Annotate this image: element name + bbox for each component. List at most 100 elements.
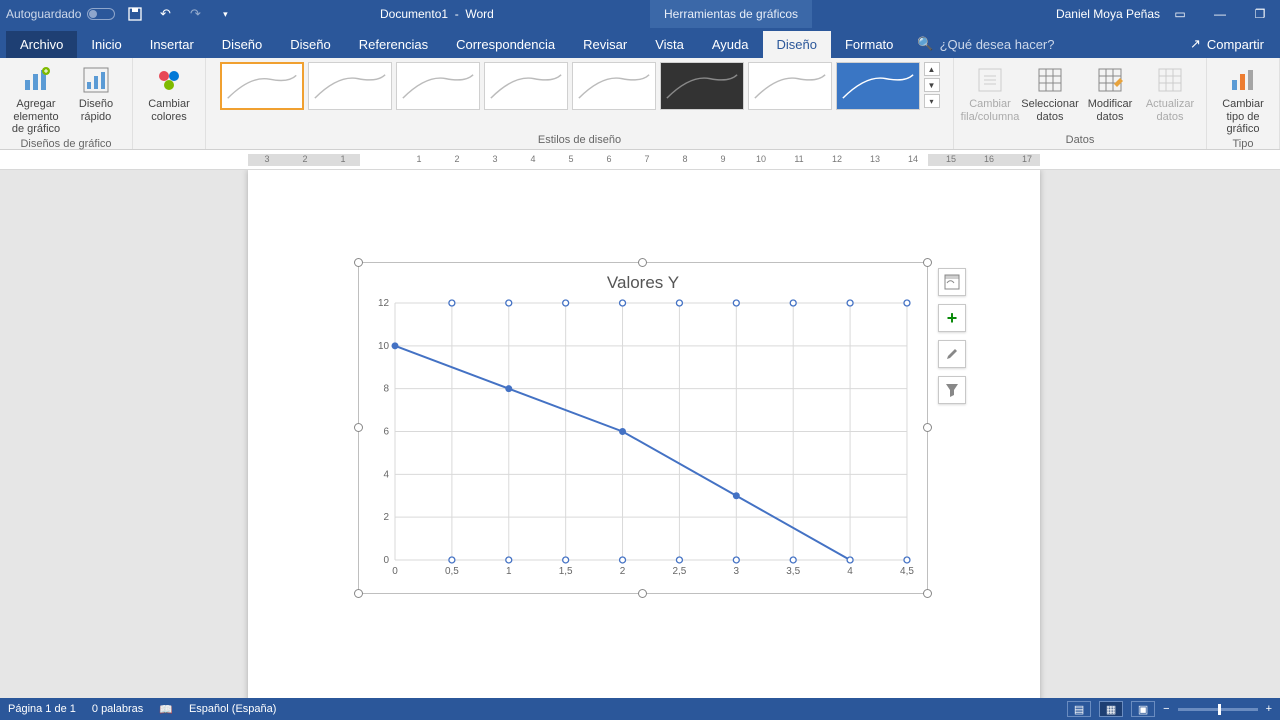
select-data-icon bbox=[1034, 64, 1066, 96]
gallery-more-button[interactable]: ▾ bbox=[924, 94, 940, 108]
tell-me-search[interactable]: 🔍 ¿Qué desea hacer? bbox=[917, 36, 1054, 58]
svg-text:1,5: 1,5 bbox=[559, 566, 573, 577]
edit-data-button[interactable]: Modificar datos bbox=[1082, 62, 1138, 123]
selection-handle-sw[interactable] bbox=[354, 589, 363, 598]
document-area[interactable]: Valores Y 02468101200,511,522,533,544,5 … bbox=[0, 170, 1280, 698]
word-count[interactable]: 0 palabras bbox=[92, 703, 143, 715]
layout-options-icon bbox=[943, 273, 961, 291]
brush-icon bbox=[944, 346, 960, 362]
change-chart-type-button[interactable]: Cambiar tipo de gráfico bbox=[1215, 62, 1271, 136]
quick-layout-button[interactable]: Diseño rápido bbox=[68, 62, 124, 123]
change-type-label: Cambiar tipo de gráfico bbox=[1215, 98, 1271, 136]
change-colors-button[interactable]: Cambiar colores bbox=[141, 62, 197, 123]
svg-text:4: 4 bbox=[383, 469, 389, 480]
chart-styles-button[interactable] bbox=[938, 340, 966, 368]
group-chart-styles: ▲ ▼ ▾ Estilos de diseño bbox=[206, 58, 954, 149]
switch-rowcol-icon bbox=[974, 64, 1006, 96]
change-colors-label: Cambiar colores bbox=[141, 98, 197, 123]
add-element-label: Agregar elemento de gráfico bbox=[8, 98, 64, 136]
zoom-in-button[interactable]: + bbox=[1266, 703, 1272, 715]
chart-title[interactable]: Valores Y bbox=[359, 263, 927, 297]
gallery-up-button[interactable]: ▲ bbox=[924, 62, 940, 76]
chart-elements-button[interactable]: + bbox=[938, 304, 966, 332]
chart-style-4[interactable] bbox=[484, 62, 568, 110]
chart-style-3[interactable] bbox=[396, 62, 480, 110]
print-layout-button[interactable]: ▦ bbox=[1099, 701, 1123, 717]
chart-object[interactable]: Valores Y 02468101200,511,522,533,544,5 bbox=[358, 262, 928, 594]
horizontal-ruler[interactable]: 3211234567891011121314151617 bbox=[0, 150, 1280, 170]
quick-layout-label: Diseño rápido bbox=[68, 98, 124, 123]
autosave-toggle[interactable]: Autoguardado bbox=[0, 7, 115, 21]
minimize-button[interactable]: — bbox=[1200, 0, 1240, 28]
tab-archivo[interactable]: Archivo bbox=[6, 31, 77, 58]
tab-ayuda[interactable]: Ayuda bbox=[698, 31, 763, 58]
restore-button[interactable]: ❐ bbox=[1240, 0, 1280, 28]
zoom-slider[interactable] bbox=[1178, 708, 1258, 711]
svg-text:0: 0 bbox=[392, 566, 398, 577]
redo-button[interactable]: ↷ bbox=[187, 6, 203, 22]
tab-revisar[interactable]: Revisar bbox=[569, 31, 641, 58]
group-change-colors: Cambiar colores bbox=[133, 58, 206, 149]
tab-insertar[interactable]: Insertar bbox=[136, 31, 208, 58]
toggle-icon bbox=[87, 8, 115, 20]
language-indicator[interactable]: Español (España) bbox=[189, 703, 276, 715]
chart-plot-area[interactable]: 02468101200,511,522,533,544,5 bbox=[395, 303, 907, 560]
group-label-styles: Estilos de diseño bbox=[214, 132, 945, 149]
svg-text:2: 2 bbox=[383, 512, 389, 523]
share-button[interactable]: ↗ Compartir bbox=[1174, 30, 1280, 58]
quick-access-toolbar: ↶ ↷ ▾ bbox=[127, 6, 233, 22]
selection-handle-s[interactable] bbox=[638, 589, 647, 598]
select-data-button[interactable]: Seleccionar datos bbox=[1022, 62, 1078, 123]
tab-inicio[interactable]: Inicio bbox=[77, 31, 135, 58]
group-label-data: Datos bbox=[962, 132, 1198, 149]
tab-vista[interactable]: Vista bbox=[641, 31, 698, 58]
add-element-icon bbox=[20, 64, 52, 96]
selection-handle-n[interactable] bbox=[638, 258, 647, 267]
zoom-out-button[interactable]: − bbox=[1163, 703, 1169, 715]
selection-handle-w[interactable] bbox=[354, 423, 363, 432]
ribbon-display-options-button[interactable]: ▭ bbox=[1160, 0, 1200, 28]
chart-filters-button[interactable] bbox=[938, 376, 966, 404]
chart-style-7[interactable] bbox=[748, 62, 832, 110]
chart-style-2[interactable] bbox=[308, 62, 392, 110]
save-button[interactable] bbox=[127, 6, 143, 22]
page[interactable]: Valores Y 02468101200,511,522,533,544,5 … bbox=[248, 170, 1040, 698]
add-chart-element-button[interactable]: Agregar elemento de gráfico bbox=[8, 62, 64, 136]
refresh-data-button: Actualizar datos bbox=[1142, 62, 1198, 123]
ribbon: Agregar elemento de gráfico Diseño rápid… bbox=[0, 58, 1280, 150]
proofing-icon[interactable]: 📖 bbox=[159, 703, 173, 716]
refresh-data-icon bbox=[1154, 64, 1186, 96]
page-indicator[interactable]: Página 1 de 1 bbox=[8, 703, 76, 715]
selection-handle-ne[interactable] bbox=[923, 258, 932, 267]
svg-text:1: 1 bbox=[506, 566, 512, 577]
selection-handle-se[interactable] bbox=[923, 589, 932, 598]
chart-style-6[interactable] bbox=[660, 62, 744, 110]
group-chart-layouts: Agregar elemento de gráfico Diseño rápid… bbox=[0, 58, 133, 149]
select-data-label: Seleccionar datos bbox=[1021, 98, 1078, 123]
tab-formato-chart[interactable]: Formato bbox=[831, 31, 907, 58]
customize-qat-button[interactable]: ▾ bbox=[217, 6, 233, 22]
selection-handle-e[interactable] bbox=[923, 423, 932, 432]
tab-disposicion[interactable]: Diseño bbox=[276, 31, 344, 58]
web-layout-button[interactable]: ▣ bbox=[1131, 701, 1155, 717]
selection-handle-nw[interactable] bbox=[354, 258, 363, 267]
document-title: Documento1 - Word bbox=[380, 7, 494, 21]
ribbon-tabs: Archivo Inicio Insertar Diseño Diseño Re… bbox=[0, 28, 1280, 58]
title-separator: - bbox=[451, 7, 465, 21]
chart-style-1[interactable] bbox=[220, 62, 304, 110]
undo-button[interactable]: ↶ bbox=[157, 6, 173, 22]
svg-text:2,5: 2,5 bbox=[673, 566, 687, 577]
svg-text:8: 8 bbox=[383, 384, 389, 395]
tab-referencias[interactable]: Referencias bbox=[345, 31, 442, 58]
edit-data-label: Modificar datos bbox=[1082, 98, 1138, 123]
chart-style-5[interactable] bbox=[572, 62, 656, 110]
read-mode-button[interactable]: ▤ bbox=[1067, 701, 1091, 717]
user-name[interactable]: Daniel Moya Peñas bbox=[1056, 7, 1160, 21]
layout-options-button[interactable] bbox=[938, 268, 966, 296]
tab-diseno-chart[interactable]: Diseño bbox=[763, 31, 831, 58]
tab-dibujo[interactable]: Diseño bbox=[208, 31, 276, 58]
gallery-down-button[interactable]: ▼ bbox=[924, 78, 940, 92]
chart-style-8[interactable] bbox=[836, 62, 920, 110]
tab-correspondencia[interactable]: Correspondencia bbox=[442, 31, 569, 58]
switch-row-column-button: Cambiar fila/columna bbox=[962, 62, 1018, 123]
